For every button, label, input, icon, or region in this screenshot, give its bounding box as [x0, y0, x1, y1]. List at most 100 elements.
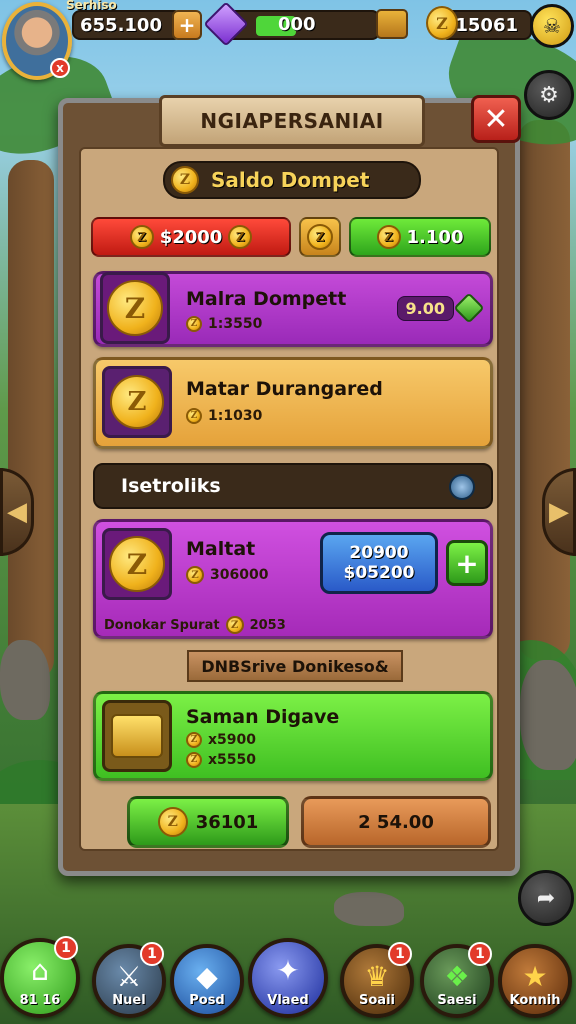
bottom-nav: ⌂ 81 16 1 ⚔ Nuel 1 ◆ Posd ✦ Vlaed ♛ Soai… [0, 928, 576, 1024]
card-4-line2-value: x5550 [208, 752, 256, 768]
coin-icon: Z [110, 375, 164, 429]
skull-icon-button[interactable]: ☠ [530, 4, 574, 48]
card-1-title: Malra Dompett [186, 288, 347, 310]
info-icon[interactable] [449, 474, 475, 500]
coin-icon: Z [186, 752, 202, 768]
add-coins-button[interactable]: + [172, 10, 202, 40]
nav-item-saesi-label: Saesi [437, 993, 477, 1008]
chest-icon[interactable] [376, 9, 408, 39]
nav-item-nuel[interactable]: ⚔ Nuel 1 [92, 942, 166, 1018]
card-3-footer: Donokar Spurat Z 2053 [104, 616, 286, 634]
nav-item-nuel-badge: 1 [140, 942, 164, 966]
card-2-title: Matar Durangared [186, 378, 383, 400]
wallet-panel: NGIAPERSANIAI ✕ Z Saldo Dompet Z $2000 Z… [58, 95, 521, 876]
card-1-price: 9.00 [396, 292, 485, 324]
card-4-line2: Z x5550 [186, 752, 256, 768]
card-icon-frame: Z [102, 528, 172, 600]
bottom-green-button[interactable]: Z 36101 [127, 796, 289, 848]
settings-gear-button[interactable]: ⚙ [524, 70, 574, 120]
card-4-title: Saman Digave [186, 706, 340, 728]
coin-icon: Z [376, 225, 401, 249]
card-2-sub: Z 1:1030 [186, 408, 262, 424]
coin-icon: Z [307, 224, 333, 250]
coin-icon: Z [186, 732, 202, 748]
card-1-sub: Z 1:3550 [186, 316, 262, 332]
section-header: Isetroliks [93, 463, 493, 509]
coin-icon: Z [186, 316, 202, 332]
coin-icon: Z [186, 408, 202, 424]
wallet-card-1[interactable]: Z Malra Dompett Z 1:3550 9.00 [93, 271, 493, 347]
card-3-add-button[interactable]: + [446, 540, 488, 586]
card-1-price-value: 9.00 [396, 295, 454, 321]
balance-red-pill[interactable]: Z $2000 Z [91, 217, 291, 257]
xp-bar: 000 [224, 10, 380, 40]
card-3-footer-value: 2053 [249, 617, 286, 633]
saldo-title: Saldo Dompet [211, 168, 370, 192]
bottom-orange-button[interactable]: 2 54.00 [301, 796, 491, 848]
crown-icon: ♛ [364, 960, 390, 993]
wallet-card-2[interactable]: Z Matar Durangared Z 1:1030 [93, 357, 493, 449]
coin-counter-left-value: 655.100 [80, 14, 162, 36]
coin-icon: Z [157, 807, 188, 837]
bottom-green-value: 36101 [195, 811, 259, 833]
green-gem-icon [453, 292, 485, 324]
nav-item-home[interactable]: ⌂ 81 16 1 [0, 936, 80, 1018]
coin-icon: Z [225, 616, 244, 634]
card-2-sub-value: 1:1030 [208, 408, 263, 424]
card-3-buy-button[interactable]: 20900 $05200 [320, 532, 438, 594]
coin-exchange-button[interactable]: Z [299, 217, 341, 257]
coin-icon: Z [171, 166, 199, 194]
share-arrow-button[interactable]: ➦ [518, 870, 574, 926]
nav-item-posd-label: Posd [189, 993, 225, 1008]
card-3-sub-value: 306000 [210, 567, 269, 583]
nav-item-posd[interactable]: ◆ Posd [170, 944, 244, 1018]
nav-item-soaii-badge: 1 [388, 942, 412, 966]
nav-item-soaii[interactable]: ♛ Soaii 1 [340, 942, 414, 1018]
nav-item-vlaed[interactable]: ✦ Vlaed [248, 938, 328, 1018]
nav-item-home-label: 81 16 [19, 993, 61, 1008]
card-3-button-line1: 20900 [349, 542, 409, 563]
tree-trunk-left [8, 160, 54, 680]
coin-icon: Z [186, 566, 204, 584]
nav-item-saesi[interactable]: ❖ Saesi 1 [420, 942, 494, 1018]
sword-icon: ⚔ [116, 960, 142, 993]
card-icon-frame [102, 700, 172, 772]
rock [334, 892, 404, 926]
card-3-sub: Z 306000 [186, 566, 268, 584]
section-title: Isetroliks [121, 475, 221, 497]
nav-item-konnih[interactable]: ★ Konnih [498, 944, 572, 1018]
card-icon-frame: Z [100, 272, 170, 344]
star-icon: ★ [522, 960, 548, 993]
wallet-card-4[interactable]: Saman Digave Z x5900 Z x5550 [93, 691, 493, 781]
coin-icon: Z [426, 6, 458, 40]
card-1-sub-value: 1:3550 [208, 316, 263, 332]
card-3-button-line2: $05200 [343, 563, 415, 583]
nav-item-soaii-label: Soaii [359, 993, 395, 1008]
coin-counter-right-value: 15061 [455, 14, 518, 36]
home-icon: ⌂ [31, 954, 49, 987]
balance-red-value: $2000 [159, 226, 223, 248]
card-4-line1: Z x5900 [186, 732, 256, 748]
nav-item-vlaed-label: Vlaed [267, 993, 309, 1008]
avatar-notification-badge: x [50, 58, 70, 78]
gift-icon: ❖ [444, 960, 470, 993]
nav-item-saesi-badge: 1 [468, 942, 492, 966]
coin-icon: Z [228, 225, 253, 249]
cube-icon: ◆ [196, 960, 218, 993]
coin-icon: Z [129, 225, 154, 249]
close-button[interactable]: ✕ [471, 95, 521, 143]
coin-icon: Z [109, 536, 165, 592]
balance-green-pill[interactable]: Z 1.100 [349, 217, 491, 257]
tree-trunk-right [518, 120, 570, 660]
panel-title: NGIAPERSANIAI [159, 95, 425, 147]
card-3-title: Maltat [186, 538, 256, 560]
balance-green-value: 1.100 [406, 226, 464, 248]
saldo-header: Z Saldo Dompet [163, 161, 421, 199]
xp-value: 000 [278, 14, 316, 35]
crystal-icon: ✦ [276, 954, 300, 987]
wallet-card-3: Z Maltat Z 306000 20900 $05200 + Donokar… [93, 519, 493, 639]
rock [0, 640, 50, 720]
coin-counter-left: 655.100 [72, 10, 182, 40]
bottom-orange-value: 2 54.00 [358, 811, 434, 833]
coin-icon: Z [107, 280, 163, 336]
